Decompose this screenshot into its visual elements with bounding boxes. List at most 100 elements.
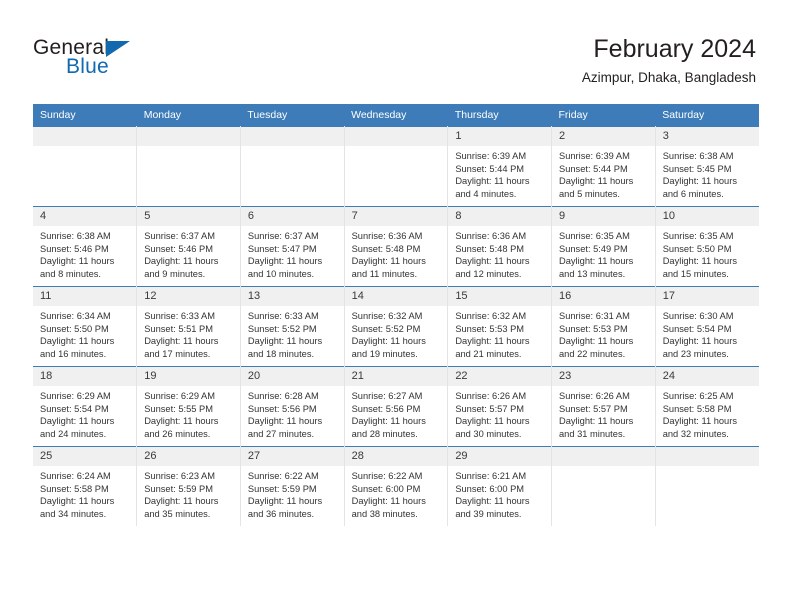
general-blue-logo[interactable]: General Blue bbox=[33, 36, 193, 82]
day-number: 19 bbox=[137, 367, 240, 386]
sunset-text: Sunset: 5:54 PM bbox=[662, 323, 732, 334]
day-details: Sunrise: 6:31 AM Sunset: 5:53 PM Daylight:… bbox=[552, 306, 655, 360]
day-number: 25 bbox=[33, 447, 137, 466]
day-number: 21 bbox=[344, 367, 448, 386]
day-details: Sunrise: 6:36 AM Sunset: 5:48 PM Daylight:… bbox=[345, 226, 448, 280]
daylight-text: Daylight: 11 hours and 5 minutes. bbox=[559, 176, 634, 199]
calendar-day-cell[interactable]: 23 Sunrise: 6:26 AM Sunset: 5:57 PM Dayligh… bbox=[551, 366, 656, 447]
sunset-text: Sunset: 5:47 PM bbox=[247, 243, 317, 254]
calendar-day-cell[interactable]: 22 Sunrise: 6:26 AM Sunset: 5:57 PM Dayligh… bbox=[447, 366, 553, 447]
calendar-day-cell[interactable]: 20 Sunrise: 6:28 AM Sunset: 5:56 PM Dayligh… bbox=[239, 366, 345, 447]
sunset-text: Sunset: 5:58 PM bbox=[40, 483, 109, 494]
day-number bbox=[137, 127, 240, 146]
sunrise-text: Sunrise: 6:35 AM bbox=[662, 231, 734, 241]
daylight-text: Daylight: 11 hours and 8 minutes. bbox=[40, 256, 115, 279]
day-number: 8 bbox=[448, 207, 552, 226]
day-details: Sunrise: 6:29 AM Sunset: 5:54 PM Daylight:… bbox=[33, 386, 136, 440]
sunset-text: Sunset: 5:49 PM bbox=[559, 243, 628, 254]
day-details: Sunrise: 6:29 AM Sunset: 5:55 PM Daylight:… bbox=[137, 386, 240, 440]
day-number: 9 bbox=[552, 207, 655, 226]
sunset-text: Sunset: 5:50 PM bbox=[40, 323, 109, 334]
day-details: Sunrise: 6:39 AM Sunset: 5:44 PM Daylight:… bbox=[552, 146, 655, 200]
sunrise-text: Sunrise: 6:32 AM bbox=[455, 311, 527, 321]
day-details: Sunrise: 6:26 AM Sunset: 5:57 PM Daylight:… bbox=[448, 386, 551, 440]
sunrise-text: Sunrise: 6:28 AM bbox=[247, 391, 319, 401]
daylight-text: Daylight: 11 hours and 12 minutes. bbox=[455, 256, 530, 279]
calendar-day-cell[interactable]: 12 Sunrise: 6:33 AM Sunset: 5:51 PM Dayligh… bbox=[136, 286, 241, 367]
calendar-day-cell[interactable]: 1 Sunrise: 6:39 AM Sunset: 5:44 PM Daylight… bbox=[447, 126, 553, 207]
sunset-text: Sunset: 5:52 PM bbox=[351, 323, 421, 334]
calendar-day-cell[interactable]: 4 Sunrise: 6:38 AM Sunset: 5:46 PM Daylight… bbox=[33, 206, 138, 287]
day-number: 7 bbox=[344, 207, 448, 226]
daylight-text: Daylight: 11 hours and 21 minutes. bbox=[455, 336, 530, 359]
day-number: 5 bbox=[137, 207, 240, 226]
day-details: Sunrise: 6:35 AM Sunset: 5:50 PM Daylight:… bbox=[656, 226, 759, 280]
weekday-header-monday: Monday bbox=[136, 104, 241, 127]
calendar-day-cell[interactable]: 24 Sunrise: 6:25 AM Sunset: 5:58 PM Dayligh… bbox=[654, 366, 759, 447]
daylight-text: Daylight: 11 hours and 19 minutes. bbox=[351, 336, 426, 359]
weekday-header-friday: Friday bbox=[551, 104, 656, 127]
calendar-day-cell[interactable]: 14 Sunrise: 6:32 AM Sunset: 5:52 PM Dayligh… bbox=[343, 286, 449, 367]
calendar-day-cell[interactable]: 29 Sunrise: 6:21 AM Sunset: 6:00 PM Dayligh… bbox=[447, 446, 553, 526]
calendar-cell-empty bbox=[136, 126, 241, 207]
day-number: 3 bbox=[655, 127, 759, 146]
sunrise-text: Sunrise: 6:33 AM bbox=[144, 311, 216, 321]
weekday-header-tuesday: Tuesday bbox=[240, 104, 345, 127]
day-details: Sunrise: 6:22 AM Sunset: 5:59 PM Daylight:… bbox=[241, 466, 344, 520]
sunrise-text: Sunrise: 6:32 AM bbox=[351, 311, 423, 321]
calendar-day-cell[interactable]: 8 Sunrise: 6:36 AM Sunset: 5:48 PM Daylight… bbox=[447, 206, 553, 287]
calendar-day-cell[interactable]: 25 Sunrise: 6:24 AM Sunset: 5:58 PM Dayligh… bbox=[33, 446, 138, 526]
calendar-week-row: 25 Sunrise: 6:24 AM Sunset: 5:58 PM Dayligh… bbox=[33, 446, 759, 526]
calendar-day-cell[interactable]: 6 Sunrise: 6:37 AM Sunset: 5:47 PM Daylight… bbox=[239, 206, 345, 287]
sunrise-text: Sunrise: 6:22 AM bbox=[247, 471, 319, 481]
calendar-day-cell[interactable]: 15 Sunrise: 6:32 AM Sunset: 5:53 PM Dayligh… bbox=[447, 286, 553, 367]
calendar-day-cell[interactable]: 3 Sunrise: 6:38 AM Sunset: 5:45 PM Daylight… bbox=[654, 126, 759, 207]
day-number: 27 bbox=[240, 447, 344, 466]
daylight-text: Daylight: 11 hours and 26 minutes. bbox=[144, 416, 219, 439]
blue-triangle-icon bbox=[106, 41, 130, 57]
daylight-text: Daylight: 11 hours and 31 minutes. bbox=[559, 416, 634, 439]
daylight-text: Daylight: 11 hours and 23 minutes. bbox=[662, 336, 737, 359]
sunset-text: Sunset: 5:59 PM bbox=[144, 483, 213, 494]
day-number: 17 bbox=[655, 287, 759, 306]
calendar-day-cell[interactable]: 2 Sunrise: 6:39 AM Sunset: 5:44 PM Daylight… bbox=[551, 126, 656, 207]
calendar-week-row: 18 Sunrise: 6:29 AM Sunset: 5:54 PM Dayligh… bbox=[33, 366, 759, 447]
calendar-day-cell[interactable]: 13 Sunrise: 6:33 AM Sunset: 5:52 PM Dayligh… bbox=[239, 286, 345, 367]
sunrise-text: Sunrise: 6:38 AM bbox=[40, 231, 111, 241]
calendar-day-cell[interactable]: 28 Sunrise: 6:22 AM Sunset: 6:00 PM Dayligh… bbox=[343, 446, 449, 526]
calendar-day-cell[interactable]: 21 Sunrise: 6:27 AM Sunset: 5:56 PM Dayligh… bbox=[343, 366, 449, 447]
calendar-day-cell[interactable]: 7 Sunrise: 6:36 AM Sunset: 5:48 PM Daylight… bbox=[343, 206, 449, 287]
day-number: 20 bbox=[240, 367, 344, 386]
daylight-text: Daylight: 11 hours and 17 minutes. bbox=[144, 336, 219, 359]
day-number: 6 bbox=[240, 207, 344, 226]
day-details: Sunrise: 6:38 AM Sunset: 5:45 PM Daylight:… bbox=[656, 146, 759, 200]
day-details: Sunrise: 6:30 AM Sunset: 5:54 PM Daylight:… bbox=[656, 306, 759, 360]
page-subtitle: Azimpur, Dhaka, Bangladesh bbox=[581, 70, 756, 85]
day-details: Sunrise: 6:26 AM Sunset: 5:57 PM Daylight:… bbox=[552, 386, 655, 440]
day-number: 12 bbox=[137, 287, 240, 306]
calendar-day-cell[interactable]: 17 Sunrise: 6:30 AM Sunset: 5:54 PM Dayligh… bbox=[654, 286, 759, 367]
calendar-day-cell[interactable]: 16 Sunrise: 6:31 AM Sunset: 5:53 PM Dayligh… bbox=[551, 286, 656, 367]
calendar-day-cell[interactable]: 19 Sunrise: 6:29 AM Sunset: 5:55 PM Dayligh… bbox=[136, 366, 241, 447]
day-details: Sunrise: 6:36 AM Sunset: 5:48 PM Daylight:… bbox=[448, 226, 551, 280]
calendar-day-cell[interactable]: 18 Sunrise: 6:29 AM Sunset: 5:54 PM Dayligh… bbox=[33, 366, 138, 447]
sunset-text: Sunset: 5:45 PM bbox=[662, 163, 732, 174]
calendar-day-cell[interactable]: 5 Sunrise: 6:37 AM Sunset: 5:46 PM Daylight… bbox=[136, 206, 241, 287]
day-number: 1 bbox=[448, 127, 552, 146]
daylight-text: Daylight: 11 hours and 35 minutes. bbox=[144, 496, 219, 519]
day-details: Sunrise: 6:28 AM Sunset: 5:56 PM Daylight:… bbox=[241, 386, 344, 440]
calendar-day-cell[interactable]: 11 Sunrise: 6:34 AM Sunset: 5:50 PM Dayligh… bbox=[33, 286, 138, 367]
day-details: Sunrise: 6:37 AM Sunset: 5:46 PM Daylight:… bbox=[137, 226, 240, 280]
calendar-day-cell[interactable]: 9 Sunrise: 6:35 AM Sunset: 5:49 PM Daylight… bbox=[551, 206, 656, 287]
sunset-text: Sunset: 5:44 PM bbox=[455, 163, 525, 174]
calendar-day-cell[interactable]: 27 Sunrise: 6:22 AM Sunset: 5:59 PM Dayligh… bbox=[239, 446, 345, 526]
sunset-text: Sunset: 5:44 PM bbox=[559, 163, 628, 174]
calendar-day-cell[interactable]: 10 Sunrise: 6:35 AM Sunset: 5:50 PM Dayligh… bbox=[654, 206, 759, 287]
calendar-day-cell[interactable]: 26 Sunrise: 6:23 AM Sunset: 5:59 PM Dayligh… bbox=[136, 446, 241, 526]
day-number: 14 bbox=[344, 287, 448, 306]
day-number: 24 bbox=[655, 367, 759, 386]
daylight-text: Daylight: 11 hours and 30 minutes. bbox=[455, 416, 530, 439]
sunrise-text: Sunrise: 6:36 AM bbox=[351, 231, 423, 241]
day-number bbox=[240, 127, 344, 146]
sunset-text: Sunset: 5:48 PM bbox=[455, 243, 525, 254]
